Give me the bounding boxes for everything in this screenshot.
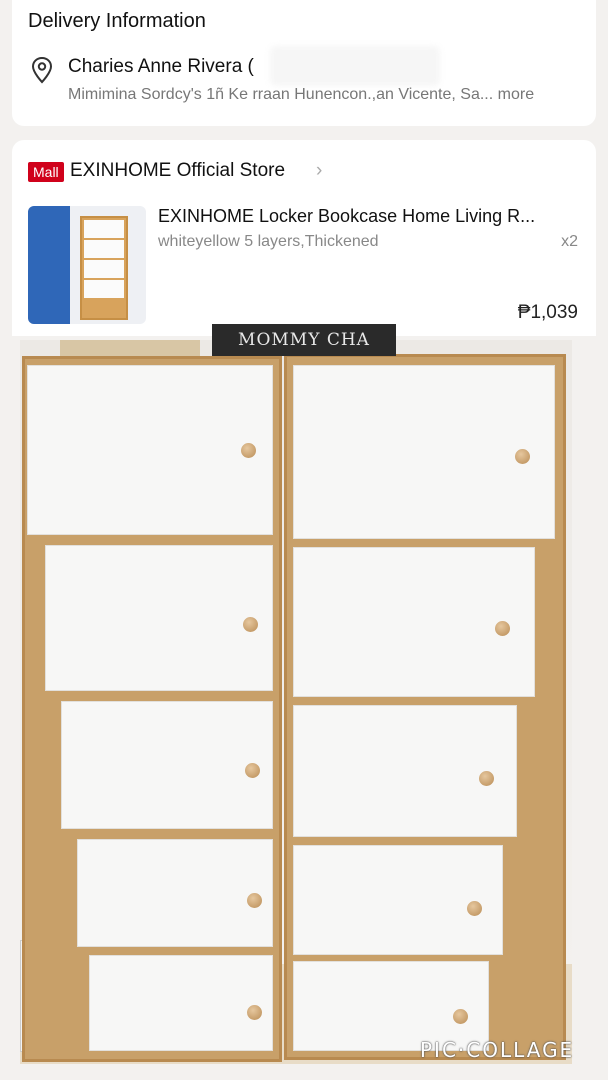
knob — [479, 771, 494, 786]
product-title[interactable]: EXINHOME Locker Bookcase Home Living R..… — [158, 206, 535, 227]
mall-badge: Mall — [28, 162, 64, 182]
knob — [515, 449, 530, 464]
cabinet-door — [293, 845, 503, 955]
knob — [247, 893, 262, 908]
cabinet-door — [77, 839, 273, 947]
chevron-right-icon[interactable]: › — [316, 160, 322, 182]
delivery-title: Delivery Information — [28, 10, 206, 32]
product-variant: whiteyellow 5 layers,Thickened — [158, 233, 379, 250]
cabinet-door — [61, 701, 273, 829]
order-card: Mall EXINHOME Official Store › EXINHOME … — [12, 140, 596, 336]
pic-collage-logo: PIC·COLLAGE — [420, 1038, 575, 1062]
mommy-cha-watermark: MOMMY CHA — [212, 324, 396, 356]
redacted-phone — [270, 46, 440, 86]
cabinet-door — [27, 365, 273, 535]
thumbnail-banner — [28, 206, 70, 324]
product-thumbnail[interactable] — [28, 206, 146, 324]
product-price: ₱1,039 — [517, 302, 578, 323]
knob — [241, 443, 256, 458]
left-cabinet — [22, 356, 282, 1062]
delivery-card[interactable]: Delivery Information Charies Anne Rivera… — [12, 0, 596, 126]
cabinet-door — [45, 545, 273, 691]
product-photo — [20, 340, 572, 1064]
cabinet-door — [293, 547, 535, 697]
location-pin-icon — [31, 56, 53, 84]
knob — [243, 617, 258, 632]
address-text: Mimimina Sordcy's 1ñ Ke rraan Hunencon.,… — [68, 86, 494, 103]
knob — [467, 901, 482, 916]
right-cabinet — [284, 354, 566, 1060]
cabinet-door — [293, 705, 517, 837]
knob — [247, 1005, 262, 1020]
thumbnail-cabinet — [80, 216, 128, 320]
knob — [495, 621, 510, 636]
recipient-name: Charies Anne Rivera ( — [68, 56, 254, 77]
more-link[interactable]: more — [498, 86, 534, 103]
store-name[interactable]: EXINHOME Official Store — [70, 160, 285, 182]
cabinet-door — [293, 365, 555, 539]
delivery-address[interactable]: Mimimina Sordcy's 1ñ Ke rraan Hunencon.,… — [68, 86, 578, 104]
cabinet-door — [89, 955, 273, 1051]
knob — [453, 1009, 468, 1024]
knob — [245, 763, 260, 778]
product-quantity: x2 — [561, 233, 578, 250]
